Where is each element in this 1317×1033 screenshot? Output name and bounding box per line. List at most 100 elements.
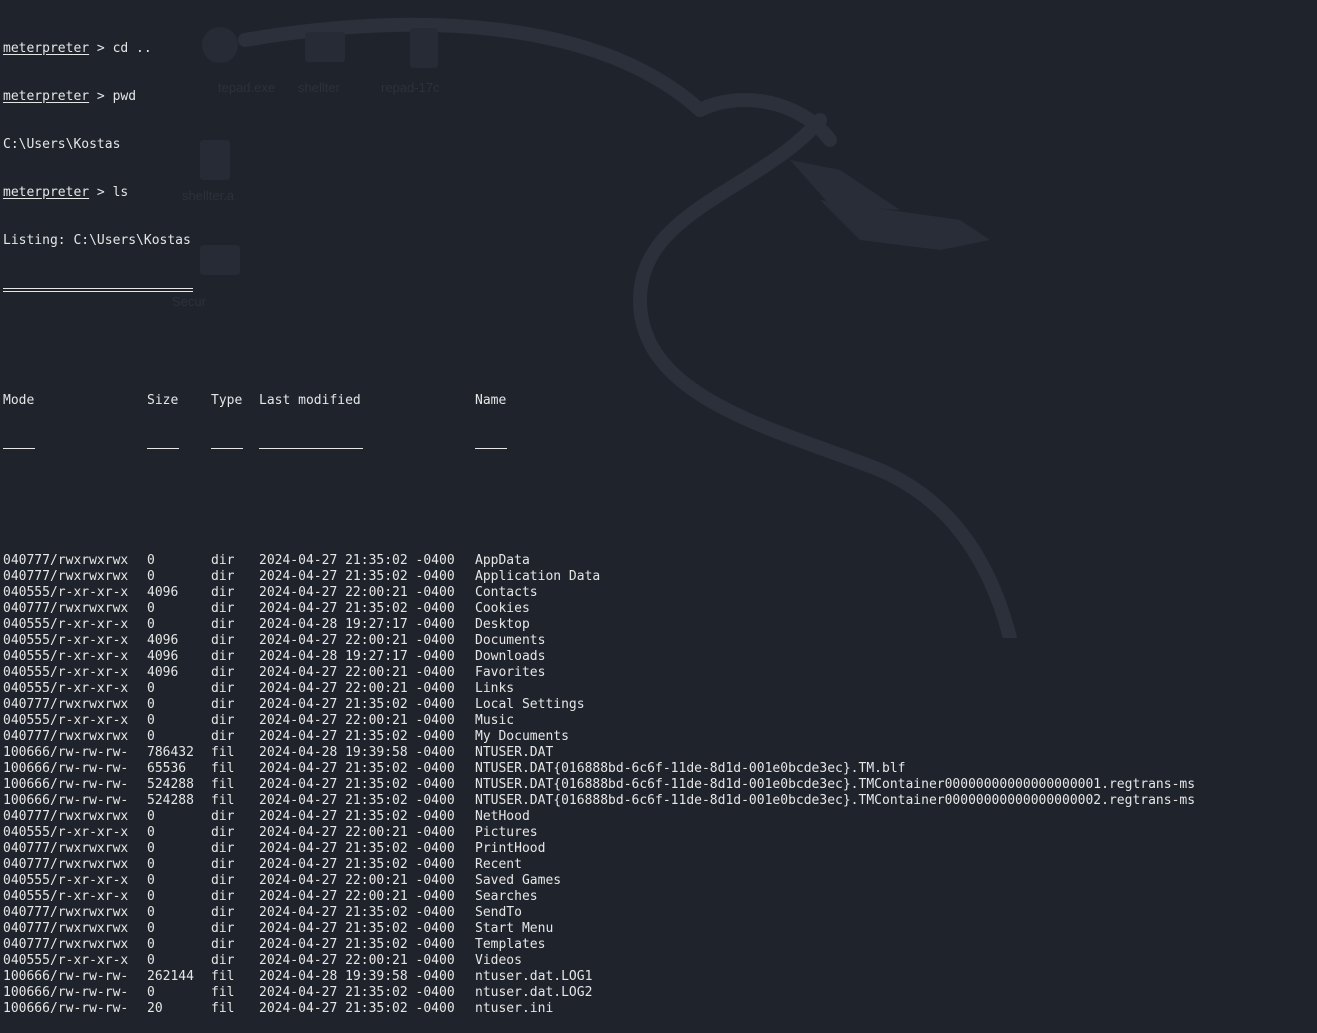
cell-name: SendTo [475,905,522,920]
cell-last-modified: 2024-04-27 21:35:02 -0400 [259,841,455,856]
table-row: 100666/rw-rw-rw- 524288 fil 2024-04-27 21:3… [3,793,1313,809]
table-row: 040777/rwxrwxrwx 0 dir 2024-04-27 21:35:02 … [3,857,1313,873]
cell-size: 0 [147,713,155,728]
cell-mode: 040777/rwxrwxrwx [3,905,129,920]
cell-last-modified: 2024-04-28 19:27:17 -0400 [259,649,455,664]
cell-last-modified: 2024-04-27 22:00:21 -0400 [259,633,455,648]
table-row: 040555/r-xr-xr-x 0 dir 2024-04-27 22:00:21 … [3,825,1313,841]
cell-last-modified: 2024-04-27 21:35:02 -0400 [259,761,455,776]
cell-last-modified: 2024-04-27 21:35:02 -0400 [259,793,455,808]
cell-type: fil [211,1001,235,1016]
cell-mode: 040555/r-xr-xr-x [3,617,129,632]
cell-last-modified: 2024-04-27 21:35:02 -0400 [259,809,455,824]
cell-type: dir [211,697,235,712]
cell-size: 0 [147,857,155,872]
table-row: 040555/r-xr-xr-x 4096 dir 2024-04-27 22:00:… [3,633,1313,649]
cell-name: Application Data [475,569,601,584]
cell-name: Local Settings [475,697,585,712]
cell-type: dir [211,841,235,856]
cell-last-modified: 2024-04-27 21:35:02 -0400 [259,921,455,936]
cell-size: 0 [147,841,155,856]
cell-last-modified: 2024-04-27 21:35:02 -0400 [259,905,455,920]
table-row: 100666/rw-rw-rw- 20 fil 2024-04-27 21:35:02… [3,1001,1313,1017]
cell-size: 0 [147,905,155,920]
cell-type: dir [211,649,235,664]
listing-underline [3,281,1313,297]
cell-name: Videos [475,953,522,968]
table-row: 100666/rw-rw-rw- 0 fil 2024-04-27 21:35:02 … [3,985,1313,1001]
table-row: 040777/rwxrwxrwx 0 dir 2024-04-27 21:35:02 … [3,841,1313,857]
cell-name: NetHood [475,809,530,824]
command-text: > pwd [89,89,137,104]
table-row: 040777/rwxrwxrwx 0 dir 2024-04-27 21:35:02 … [3,697,1313,713]
cell-type: fil [211,777,235,792]
table-row: 040555/r-xr-xr-x 0 dir 2024-04-27 22:00:21 … [3,681,1313,697]
cell-type: dir [211,937,235,952]
command-text: > cd .. [89,41,152,56]
cell-size: 0 [147,937,155,952]
table-row: 100666/rw-rw-rw- 65536 fil 2024-04-27 21:35… [3,761,1313,777]
cell-size: 524288 [147,777,194,792]
cell-last-modified: 2024-04-27 21:35:02 -0400 [259,553,455,568]
cell-last-modified: 2024-04-27 21:35:02 -0400 [259,569,455,584]
cell-mode: 040555/r-xr-xr-x [3,633,129,648]
table-row: 040777/rwxrwxrwx 0 dir 2024-04-27 21:35:02 … [3,569,1313,585]
cell-last-modified: 2024-04-27 21:35:02 -0400 [259,777,455,792]
cell-name: My Documents [475,729,569,744]
cell-size: 65536 [147,761,187,776]
cell-name: Links [475,681,515,696]
cell-type: fil [211,793,235,808]
cell-name: Start Menu [475,921,554,936]
cell-mode: 100666/rw-rw-rw- [3,777,129,792]
cell-last-modified: 2024-04-27 22:00:21 -0400 [259,889,455,904]
cell-mode: 040777/rwxrwxrwx [3,921,129,936]
cell-mode: 100666/rw-rw-rw- [3,745,129,760]
cell-size: 0 [147,601,155,616]
cell-type: dir [211,953,235,968]
table-row: 040555/r-xr-xr-x 0 dir 2024-04-28 19:27:17 … [3,617,1313,633]
table-row: 040777/rwxrwxrwx 0 dir 2024-04-27 21:35:02 … [3,937,1313,953]
cell-size: 0 [147,953,155,968]
cell-mode: 040555/r-xr-xr-x [3,649,129,664]
cell-type: dir [211,809,235,824]
cell-last-modified: 2024-04-27 22:00:21 -0400 [259,585,455,600]
cell-mode: 040555/r-xr-xr-x [3,713,129,728]
cell-mode: 040777/rwxrwxrwx [3,553,129,568]
cell-name: Contacts [475,585,538,600]
cell-size: 0 [147,553,155,568]
cell-type: fil [211,745,235,760]
cell-mode: 100666/rw-rw-rw- [3,969,129,984]
terminal-output[interactable]: meterpreter > cd .. meterpreter > pwd C:… [3,9,1313,1033]
cell-mode: 040555/r-xr-xr-x [3,665,129,680]
cell-last-modified: 2024-04-27 21:35:02 -0400 [259,601,455,616]
cell-last-modified: 2024-04-27 21:35:02 -0400 [259,697,455,712]
cell-size: 4096 [147,649,179,664]
table-row: 040777/rwxrwxrwx 0 dir 2024-04-27 21:35:02 … [3,553,1313,569]
cell-type: dir [211,585,235,600]
cell-type: fil [211,969,235,984]
command-line: meterpreter > cd .. [3,41,1313,57]
header-last-modified: Last modified [259,393,361,408]
table-row: 040777/rwxrwxrwx 0 dir 2024-04-27 21:35:02 … [3,921,1313,937]
cell-mode: 040555/r-xr-xr-x [3,681,129,696]
cell-last-modified: 2024-04-27 22:00:21 -0400 [259,713,455,728]
cell-name: Downloads [475,649,546,664]
table-row: 040555/r-xr-xr-x 4096 dir 2024-04-28 19:27:… [3,649,1313,665]
cell-mode: 100666/rw-rw-rw- [3,761,129,776]
cell-last-modified: 2024-04-28 19:39:58 -0400 [259,969,455,984]
cell-name: Favorites [475,665,546,680]
table-row: 040555/r-xr-xr-x 0 dir 2024-04-27 22:00:21 … [3,713,1313,729]
cell-last-modified: 2024-04-27 21:35:02 -0400 [259,985,455,1000]
cell-size: 524288 [147,793,194,808]
cell-mode: 040777/rwxrwxrwx [3,841,129,856]
cell-size: 0 [147,825,155,840]
cell-size: 0 [147,617,155,632]
command-text: > ls [89,185,129,200]
cell-type: dir [211,825,235,840]
cell-mode: 100666/rw-rw-rw- [3,1001,129,1016]
cell-mode: 040555/r-xr-xr-x [3,873,129,888]
cell-size: 0 [147,809,155,824]
cell-mode: 040555/r-xr-xr-x [3,585,129,600]
header-size: Size [147,393,179,408]
header-mode: Mode [3,393,35,408]
